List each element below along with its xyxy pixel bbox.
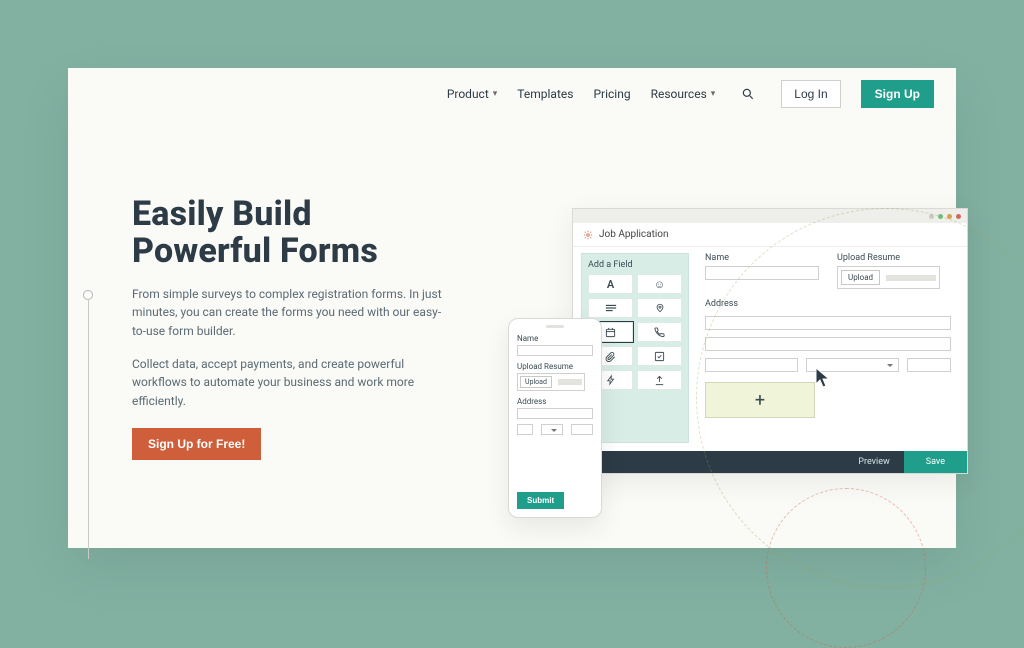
address-line1-input[interactable] (705, 316, 951, 330)
upload-label: Upload Resume (837, 253, 951, 263)
mobile-address-label: Address (517, 397, 593, 406)
cta-signup-free-button[interactable]: Sign Up for Free! (132, 428, 261, 460)
builder-form-title: Job Application (599, 229, 669, 240)
mobile-submit-button[interactable]: Submit (517, 492, 564, 509)
palette-text-icon[interactable]: A (588, 274, 633, 294)
upload-control[interactable]: Upload (837, 266, 940, 289)
mobile-upload-field: Upload Resume Upload (517, 362, 593, 391)
address-line2-input[interactable] (705, 337, 951, 351)
hero-paragraph-2: Collect data, accept payments, and creat… (132, 355, 442, 411)
nav-pricing-label: Pricing (593, 87, 630, 101)
window-min-icon (938, 214, 943, 219)
mobile-upload-button[interactable]: Upload (520, 376, 552, 388)
mobile-address-line1[interactable] (517, 408, 593, 419)
landing-card: Product ▾ Templates Pricing Resources ▾ … (68, 68, 956, 548)
mobile-name-input[interactable] (517, 345, 593, 356)
nav-templates-label: Templates (517, 87, 573, 101)
window-titlebar (573, 209, 967, 223)
mobile-upload-placeholder (558, 379, 582, 385)
nav-product[interactable]: Product ▾ (447, 87, 497, 101)
phone-speaker (546, 325, 564, 328)
builder-window: Job Application Add a Field A ☺ (572, 208, 968, 474)
name-label: Name (705, 253, 819, 263)
palette-title: Add a Field (588, 260, 682, 270)
signup-button[interactable]: Sign Up (861, 80, 934, 108)
palette-emoji-icon[interactable]: ☺ (637, 274, 682, 294)
decorative-pin (83, 290, 93, 300)
hero-paragraph-1: From simple surveys to complex registrat… (132, 285, 442, 341)
nav-pricing[interactable]: Pricing (593, 87, 630, 101)
window-max-icon (947, 214, 952, 219)
mobile-upload-control[interactable]: Upload (517, 373, 585, 391)
form-builder-illustration: Job Application Add a Field A ☺ (508, 208, 968, 518)
mobile-address-field: Address (517, 397, 593, 435)
nav-product-label: Product (447, 87, 489, 101)
save-button[interactable]: Save (904, 451, 967, 473)
builder-footer: Preview Save (573, 451, 967, 473)
palette-paragraph-icon[interactable] (588, 298, 633, 318)
mobile-address-city[interactable] (517, 424, 533, 435)
add-field-dropzone[interactable]: + (705, 382, 815, 418)
hero-title: Easily Build Powerful Forms (132, 196, 442, 271)
canvas-upload-field: Upload Resume Upload (837, 253, 951, 289)
mobile-address-zip[interactable] (571, 424, 593, 435)
preview-button[interactable]: Preview (844, 451, 903, 473)
search-button[interactable] (735, 81, 761, 107)
upload-button[interactable]: Upload (841, 270, 880, 285)
name-input[interactable] (705, 266, 819, 280)
gear-icon (583, 230, 593, 240)
form-canvas: Name Upload Resume Upload Address (689, 247, 967, 449)
palette-checkbox-icon[interactable] (637, 346, 682, 366)
mobile-upload-label: Upload Resume (517, 362, 593, 371)
address-city-input[interactable] (705, 358, 798, 372)
hero-title-line1: Easily Build (132, 194, 312, 234)
palette-location-icon[interactable] (637, 298, 682, 318)
nav-templates[interactable]: Templates (517, 87, 573, 101)
top-nav: Product ▾ Templates Pricing Resources ▾ … (68, 68, 956, 120)
search-icon (741, 87, 755, 101)
hero: Easily Build Powerful Forms From simple … (132, 196, 442, 460)
palette-phone-icon[interactable] (637, 322, 682, 342)
nav-resources[interactable]: Resources ▾ (651, 87, 716, 101)
builder-header: Job Application (573, 223, 967, 247)
palette-upload-icon[interactable] (637, 370, 682, 390)
canvas-name-field: Name (705, 253, 819, 289)
mobile-address-state[interactable] (541, 424, 563, 435)
upload-placeholder (886, 275, 936, 281)
nav-resources-label: Resources (651, 87, 707, 101)
address-zip-input[interactable] (907, 358, 951, 372)
mobile-name-field: Name (517, 334, 593, 356)
window-menu-icon (929, 214, 934, 219)
chevron-down-icon: ▾ (711, 89, 716, 99)
mobile-preview: Name Upload Resume Upload Address (508, 318, 602, 518)
address-state-select[interactable] (806, 358, 899, 372)
hero-title-line2: Powerful Forms (132, 231, 378, 271)
window-close-icon (956, 214, 961, 219)
canvas-address-field: Address (705, 299, 951, 372)
login-button[interactable]: Log In (781, 80, 840, 108)
mobile-name-label: Name (517, 334, 593, 343)
chevron-down-icon: ▾ (493, 89, 498, 99)
plus-icon: + (755, 390, 765, 411)
address-label: Address (705, 299, 951, 309)
